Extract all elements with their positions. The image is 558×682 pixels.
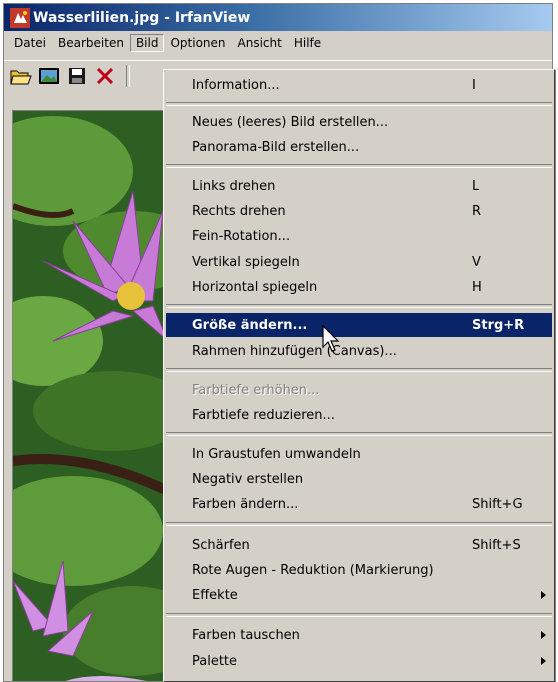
waterlily-image — [13, 111, 168, 681]
menu-ansicht[interactable]: Ansicht — [232, 34, 288, 52]
menu-item-effekte[interactable]: Effekte — [166, 583, 552, 607]
menu-item-fein-rotation[interactable]: Fein-Rotation... — [166, 224, 552, 248]
menu-item-groesse-aendern[interactable]: Größe ändern... Strg+R — [166, 313, 552, 337]
menu-item-farben-tauschen[interactable]: Farben tauschen — [166, 623, 552, 647]
menu-separator — [166, 304, 552, 308]
menu-bearbeiten[interactable]: Bearbeiten — [52, 34, 130, 52]
open-folder-icon[interactable] — [10, 65, 32, 87]
menu-item-negativ[interactable]: Negativ erstellen — [166, 467, 552, 491]
submenu-arrow-icon — [541, 591, 546, 599]
menu-item-farbtiefe-erhoehen: Farbtiefe erhöhen... — [192, 382, 320, 398]
window-title: Wasserlilien.jpg - IrfanView — [33, 9, 251, 26]
menu-item-graustufen[interactable]: In Graustufen umwandeln — [166, 442, 552, 466]
title-bar[interactable]: Wasserlilien.jpg - IrfanView — [4, 4, 552, 31]
menu-separator — [166, 102, 552, 106]
menu-item-schaerfen[interactable]: Schärfen Shift+S — [166, 533, 552, 557]
bild-menu-dropdown: Information... I Neues (leeres) Bild ers… — [163, 69, 555, 682]
menu-item-information[interactable]: Information... I — [166, 73, 552, 97]
mouse-cursor-icon — [322, 325, 340, 352]
submenu-arrow-icon — [541, 631, 546, 639]
irfanview-app-icon — [10, 7, 30, 28]
menu-item-neues-bild[interactable]: Neues (leeres) Bild erstellen... — [166, 110, 552, 134]
menu-item-rechts-drehen[interactable]: Rechts drehen R — [166, 199, 552, 223]
menu-datei[interactable]: Datei — [8, 34, 52, 52]
menu-bar: Datei Bearbeiten Bild Optionen Ansicht H… — [4, 32, 552, 54]
delete-icon[interactable] — [94, 65, 116, 87]
menu-item-horizontal-spiegeln[interactable]: Horizontal spiegeln H — [166, 275, 552, 299]
menu-item-panorama[interactable]: Panorama-Bild erstellen... — [166, 135, 552, 159]
save-icon[interactable] — [66, 65, 88, 87]
toolbar-separator — [126, 64, 130, 87]
menu-item-vertikal-spiegeln[interactable]: Vertikal spiegeln V — [166, 250, 552, 274]
menu-item-palette[interactable]: Palette — [166, 649, 552, 673]
menu-separator — [166, 368, 552, 372]
menu-separator — [166, 432, 552, 436]
menu-optionen[interactable]: Optionen — [164, 34, 231, 52]
menu-separator — [166, 613, 552, 617]
slideshow-icon[interactable] — [38, 65, 60, 87]
menu-item-farbtiefe-reduzieren[interactable]: Farbtiefe reduzieren... — [166, 403, 552, 427]
menu-separator — [166, 522, 552, 526]
menu-item-rahmen-hinzufuegen[interactable]: Rahmen hinzufügen (Canvas)... — [166, 339, 552, 363]
menu-item-rote-augen[interactable]: Rote Augen - Reduktion (Markierung) — [166, 558, 552, 582]
menu-item-links-drehen[interactable]: Links drehen L — [166, 174, 552, 198]
menu-hilfe[interactable]: Hilfe — [288, 34, 327, 52]
menu-separator — [166, 164, 552, 168]
menu-item-farben-aendern[interactable]: Farben ändern... Shift+G — [166, 492, 552, 516]
submenu-arrow-icon — [541, 657, 546, 665]
image-view[interactable] — [12, 110, 169, 681]
menu-bild[interactable]: Bild — [129, 34, 165, 52]
